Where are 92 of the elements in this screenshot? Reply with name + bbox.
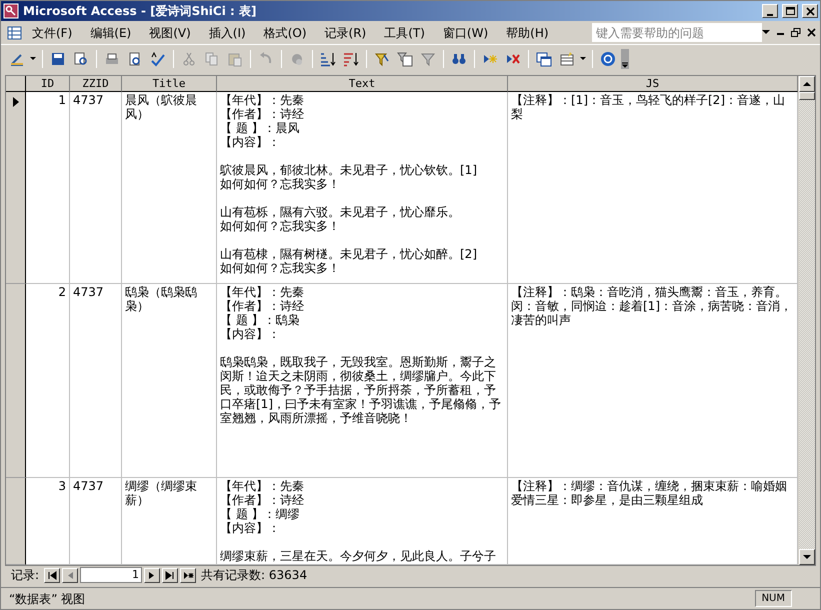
text-line: 【 题 】：鸱枭: [220, 313, 300, 328]
previous-record-button[interactable]: [62, 568, 78, 582]
menu-item[interactable]: 视图(V): [140, 22, 200, 42]
filter-by-selection-icon[interactable]: [374, 51, 390, 67]
caret-icon[interactable]: [580, 57, 587, 61]
column-header[interactable]: JS: [508, 76, 798, 92]
menu-item[interactable]: 格式(O): [254, 22, 316, 42]
text-line: 【年代】：先秦: [220, 93, 304, 107]
printer-icon[interactable]: [104, 51, 120, 67]
text-line: 鴥彼晨风，郁彼北林。未见君子，忧心钦钦。[1]: [220, 163, 477, 177]
dropdown-arrow-icon[interactable]: [762, 30, 771, 35]
record-label: 记录:: [11, 567, 40, 584]
menu-item[interactable]: 窗口(W): [434, 22, 498, 42]
menu-item[interactable]: 工具(T): [375, 22, 434, 42]
select-all-corner[interactable]: [6, 76, 26, 92]
record-count: 共有记录数: 63634: [201, 567, 308, 584]
text-line: 山有苞栎，隰有六驳。未见君子，忧心靡乐。: [220, 205, 460, 219]
text-line: 【年代】：先秦: [220, 285, 304, 300]
text-line: 【 题 】：晨风: [220, 121, 300, 135]
scroll-up-button[interactable]: [799, 76, 815, 92]
down-arrow-icon[interactable]: [803, 554, 811, 560]
table-cell: 4737: [70, 478, 122, 565]
sort-descending-icon[interactable]: [343, 51, 359, 67]
text-line: 【 题 】：绸缪: [220, 507, 300, 521]
next-record-button[interactable]: [144, 568, 160, 582]
new-object-icon[interactable]: [559, 51, 575, 67]
text-line: 如何如何？忘我实多！: [220, 219, 340, 233]
window-title: Microsoft Access - [爱诗词ShiCi : 表]: [23, 3, 258, 20]
column-header[interactable]: ID: [26, 76, 70, 92]
new-record-icon[interactable]: [182, 570, 194, 580]
scroll-down-button[interactable]: [799, 549, 815, 565]
minimize-button[interactable]: [762, 4, 778, 18]
restore-icon[interactable]: [791, 28, 801, 37]
filter-by-form-icon[interactable]: [397, 51, 413, 67]
record-selector[interactable]: [6, 478, 26, 565]
database-window-icon[interactable]: [536, 51, 552, 67]
column-header[interactable]: Text: [217, 76, 508, 92]
table-cell: 绸缪（绸缪束薪）: [122, 478, 217, 565]
text-line: 【内容】：: [220, 135, 280, 149]
text-line: 【年代】：先秦: [220, 479, 304, 493]
first-record-button[interactable]: [44, 568, 60, 582]
record-number-field[interactable]: 1: [80, 567, 142, 583]
text-line: 【作者】：诗经: [220, 493, 304, 507]
up-arrow-icon[interactable]: [803, 82, 811, 86]
table-cell: 鸱枭（鸱枭鸱枭）: [122, 284, 217, 478]
record-selector[interactable]: [6, 284, 26, 478]
table-cell: 3: [26, 478, 70, 565]
help-icon[interactable]: [600, 51, 616, 67]
menu-item[interactable]: 文件(F): [23, 22, 82, 42]
text-line: 【内容】：: [220, 521, 280, 535]
maximize-icon[interactable]: [784, 6, 796, 16]
last-record-icon[interactable]: [164, 570, 176, 580]
save-icon[interactable]: [50, 51, 66, 67]
datasheet-icon[interactable]: [5, 24, 23, 40]
text-line: 如何如何？忘我实多！: [220, 177, 340, 191]
menu-item[interactable]: 帮助(H): [497, 22, 558, 42]
caret-icon[interactable]: [30, 57, 37, 61]
close-icon[interactable]: [807, 28, 816, 37]
sort-ascending-icon[interactable]: [320, 51, 336, 67]
table-cell: 2: [26, 284, 70, 478]
filter-icon[interactable]: [420, 51, 436, 67]
toolbar-options-icon[interactable]: [621, 49, 629, 69]
last-record-button[interactable]: [162, 568, 178, 582]
record-selector[interactable]: [6, 92, 26, 284]
new-record-button[interactable]: [180, 568, 196, 582]
column-header[interactable]: Title: [122, 76, 217, 92]
first-record-icon[interactable]: [48, 570, 57, 580]
table-cell: 1: [26, 92, 70, 284]
text-line: 【内容】：: [220, 327, 280, 342]
table-cell: 4737: [70, 92, 122, 284]
text-line: 鸱枭鸱枭，既取我子，无毁我室。恩斯勤斯，鬻子之闵斯！迨天之未阴雨，彻彼桑土，绸缪牖户。今此下民，或敢侮予？予手拮据，予所捋荼，予所蓄租，予口卒瘏[1]，曰予未有室家！予羽谯谯，予尾翛翛，予室翘翘，风雨所漂摇，予维音哓哓！: [220, 355, 502, 426]
menu-item[interactable]: 记录(R): [316, 22, 376, 42]
scroll-thumb[interactable]: [799, 92, 815, 100]
spelling-icon[interactable]: [150, 51, 166, 67]
menu-item[interactable]: 插入(I): [200, 22, 255, 42]
menu-item[interactable]: 编辑(E): [81, 22, 140, 42]
text-line: 山有苞棣，隰有树檖。未见君子，忧心如醉。[2]: [220, 247, 477, 261]
binoculars-icon[interactable]: [451, 51, 467, 67]
table-cell: 晨风（鴥彼晨风）: [122, 92, 217, 284]
table-cell: 4737: [70, 284, 122, 478]
help-question-field[interactable]: 键入需要帮助的问题: [592, 23, 762, 42]
current-record-icon: [12, 97, 18, 107]
num-lock-indicator: NUM: [754, 590, 792, 607]
maximize-button[interactable]: [782, 4, 798, 18]
column-header[interactable]: ZZID: [70, 76, 122, 92]
text-line: 【作者】：诗经: [220, 299, 304, 314]
text-line: 如何如何？忘我实多！: [220, 261, 340, 275]
close-button[interactable]: [802, 4, 818, 18]
view-status: “数据表” 视图: [9, 590, 86, 608]
close-icon[interactable]: [804, 6, 816, 16]
text-line: 绸缪束薪，三星在天。今夕何夕，见此良人。子兮子: [220, 549, 496, 563]
text-line: 【作者】：诗经: [220, 107, 304, 121]
